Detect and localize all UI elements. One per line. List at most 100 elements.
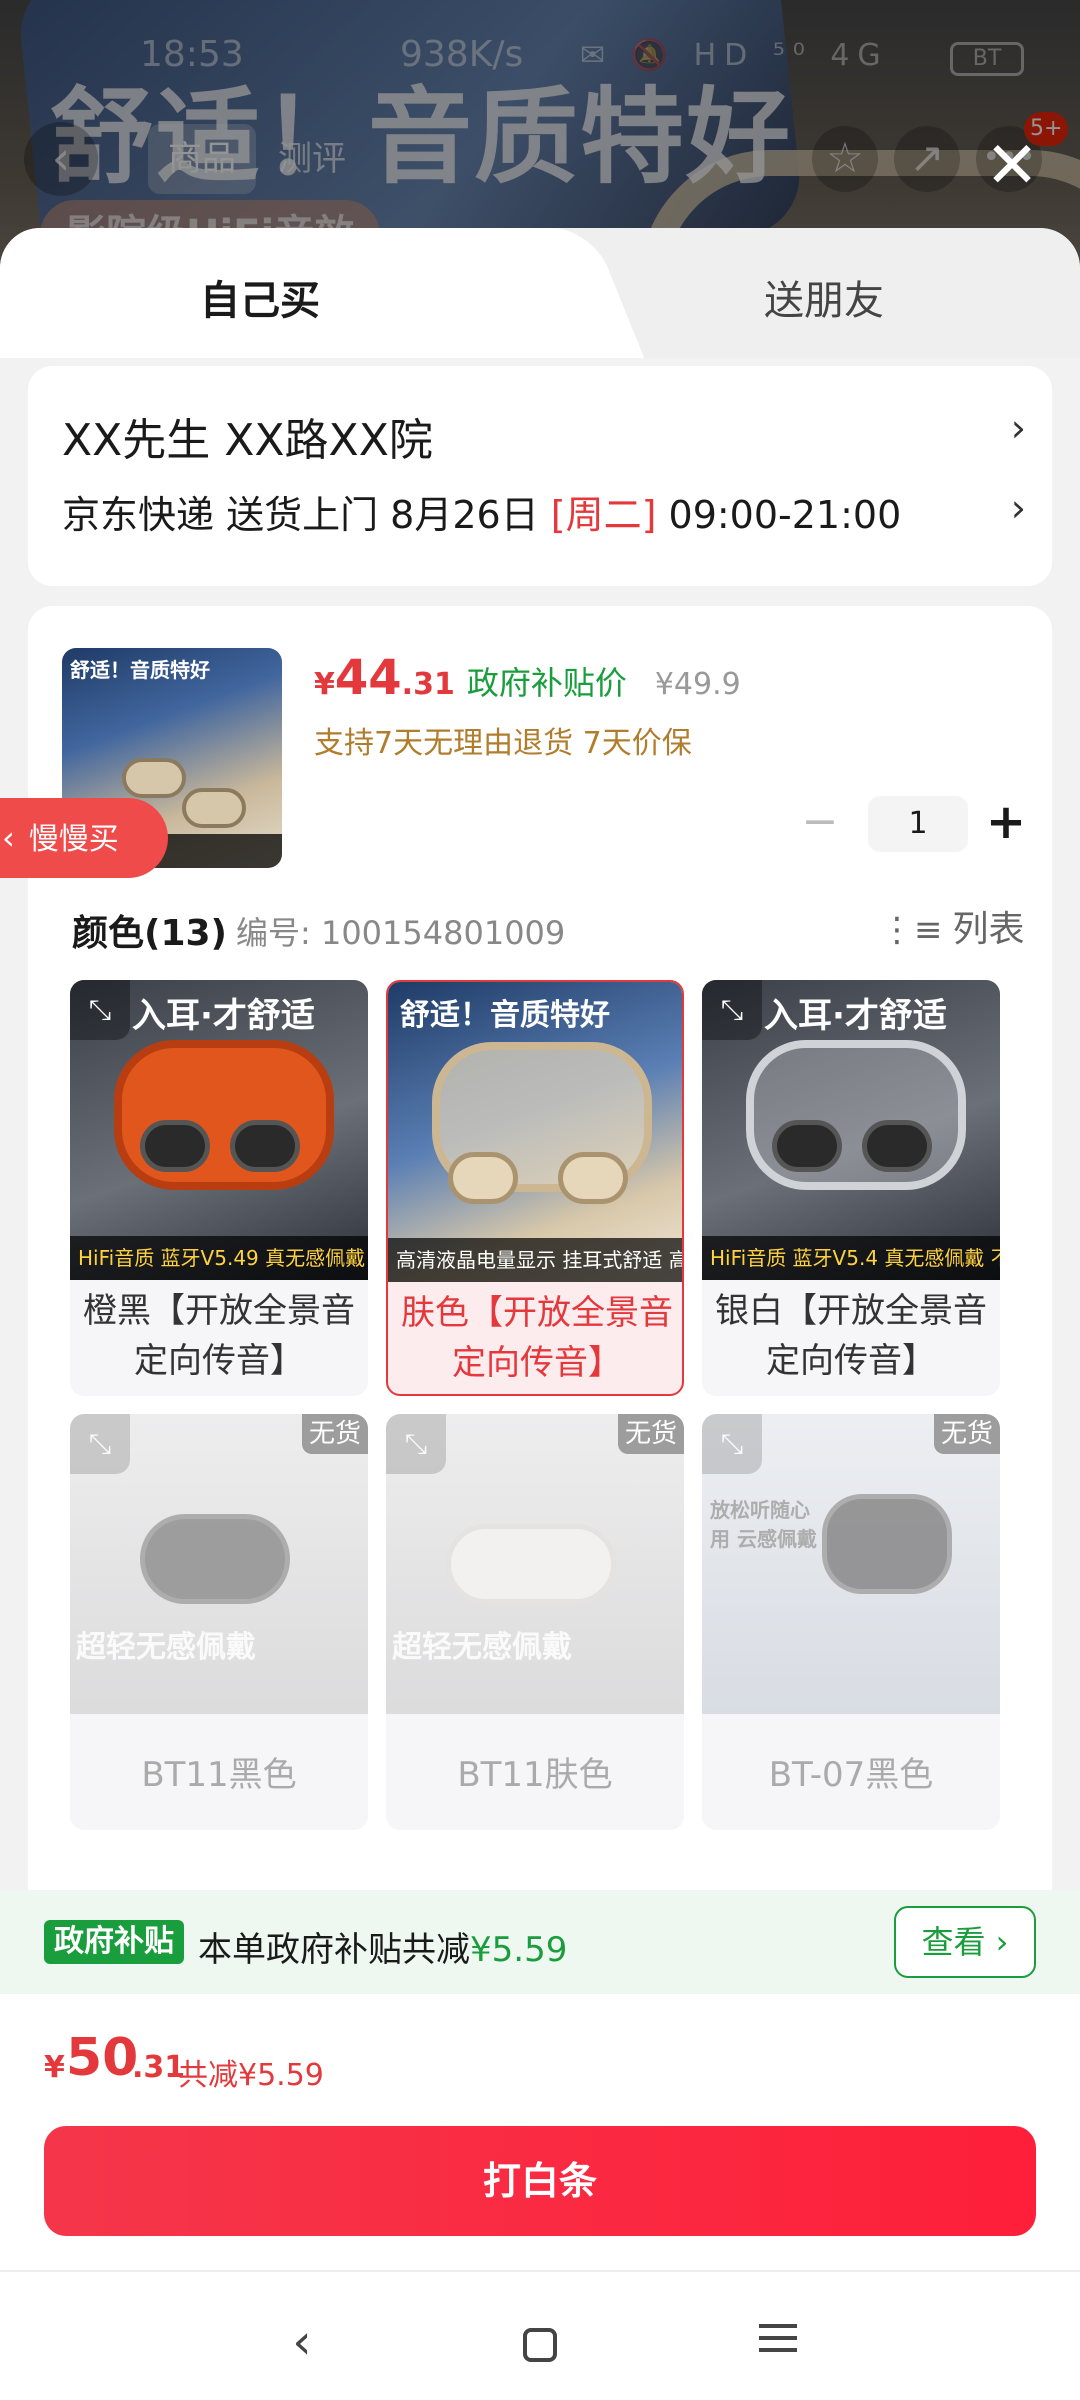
color-option-image: ⤡ 放松听随心用 云感佩戴 (702, 1414, 1000, 1714)
image-caption: 入耳·才舒适 (132, 996, 315, 1036)
expand-icon[interactable]: ⤡ (386, 1414, 446, 1474)
image-footer-text: 高清液晶电量显示 挂耳式舒适 高清语音通话 (388, 1238, 682, 1282)
tab-send-to-friend[interactable]: 送朋友 (764, 268, 884, 326)
nav-menu-icon[interactable] (738, 2302, 818, 2382)
delivery-weekday: [周二] (550, 493, 657, 537)
expand-icon[interactable]: ⤡ (702, 1414, 762, 1474)
color-option-name: 肤色【开放全景音定向传音】 (401, 1293, 673, 1383)
price-row: ¥44.31 政府补贴价 ¥49.9 (314, 650, 741, 710)
list-icon: ⋮≡ (880, 910, 943, 950)
color-option-silver-white[interactable]: ⤡ 入耳·才舒适 HiFi音质 蓝牙V5.4 真无感佩戴 不挑耳型 银白【开放全… (702, 980, 1000, 1396)
color-option-image: ⤡ 超轻无感佩戴 (386, 1414, 684, 1714)
image-footer-text: HiFi音质 蓝牙V5.49 真无感佩戴 不挑耳型 (70, 1236, 368, 1280)
color-option-image: ⤡ 入耳·才舒适 HiFi音质 蓝牙V5.49 真无感佩戴 不挑耳型 (70, 980, 368, 1280)
original-price: ¥49.9 (654, 667, 741, 702)
sold-out-badge: 无货 (934, 1414, 1000, 1454)
menu-line (759, 2324, 797, 2328)
subsidy-bar: 政府补贴 本单政府补贴共减¥5.59 查看 › (0, 1890, 1080, 1994)
price-integer: 44 (334, 650, 402, 706)
list-view-label: 列表 (952, 909, 1025, 950)
color-option-image: ⤡ 超轻无感佩戴 (70, 1414, 368, 1714)
color-option-name: BT11肤色 (457, 1755, 613, 1795)
image-caption: 超轻无感佩戴 (76, 1630, 256, 1665)
color-option-name: BT-07黑色 (768, 1755, 934, 1795)
recipient-address: XX先生 XX路XX院 (62, 415, 433, 466)
delivery-time: 09:00-21:00 (656, 493, 902, 537)
earbud-shape (772, 1120, 842, 1172)
buy-mode-tabs: 自己买 送朋友 (0, 228, 1080, 368)
close-icon[interactable]: ✕ (982, 134, 1042, 198)
menu-line (759, 2336, 797, 2340)
earbud-case-shape (114, 1040, 334, 1190)
quantity-stepper: − 1 + (772, 796, 1032, 852)
chevron-left-icon: ‹ (2, 819, 15, 857)
chevron-right-icon[interactable]: › (1011, 406, 1026, 450)
price-currency: ¥ (314, 667, 335, 702)
expand-icon[interactable]: ⤡ (70, 1414, 130, 1474)
subsidy-text-prefix: 本单政府补贴共减 (198, 1930, 470, 1970)
expand-icon[interactable]: ⤡ (70, 980, 130, 1040)
view-subsidy-button[interactable]: 查看 › (894, 1906, 1036, 1978)
subsidy-text: 本单政府补贴共减¥5.59 (198, 1922, 567, 1971)
price-decimal: .31 (401, 667, 455, 702)
sold-out-badge: 无货 (618, 1414, 684, 1454)
color-option-bt07-black[interactable]: 无货 ⤡ 放松听随心用 云感佩戴 BT-07黑色 (702, 1414, 1000, 1830)
color-option-skin[interactable]: 舒适！音质特好 高清液晶电量显示 挂耳式舒适 高清语音通话 肤色【开放全景音定向… (386, 980, 684, 1396)
chevron-right-icon[interactable]: › (1011, 486, 1026, 530)
subsidy-amount: ¥5.59 (470, 1930, 568, 1970)
color-option-bt11-black[interactable]: 无货 ⤡ 超轻无感佩戴 BT11黑色 (70, 1414, 368, 1830)
earbud-case-shape (446, 1524, 616, 1604)
image-caption: 放松听随心用 云感佩戴 (710, 1498, 817, 1551)
home-square-shape (523, 2328, 557, 2362)
increment-button[interactable]: + (978, 796, 1034, 852)
nav-home-icon[interactable] (500, 2302, 580, 2382)
tab-buy-for-self-label: 自己买 (200, 278, 320, 324)
expand-icon[interactable]: ⤡ (702, 980, 762, 1040)
tab-buy-for-self[interactable]: 自己买 (0, 228, 560, 368)
return-guarantee: 支持7天无理由退货 7天价保 (314, 726, 692, 761)
nav-back-icon[interactable]: ‹ (262, 2302, 342, 2382)
image-caption: 入耳·才舒适 (764, 996, 947, 1036)
color-option-name: BT11黑色 (141, 1755, 297, 1795)
order-total: ¥ 50 .31 共减¥5.59 (0, 1994, 1080, 2110)
color-option-bt11-skin[interactable]: 无货 ⤡ 超轻无感佩戴 BT11肤色 (386, 1414, 684, 1830)
earbud-shape (448, 1152, 518, 1204)
earbud-shape (122, 758, 186, 798)
pay-with-baitiao-button[interactable]: 打白条 (44, 2126, 1036, 2236)
earbud-shape (822, 1494, 952, 1594)
address-card[interactable]: XX先生 XX路XX院 › 京东快递 送货上门 8月26日 [周二] 09:00… (28, 366, 1052, 586)
earbud-shape (558, 1152, 628, 1204)
image-caption: 舒适！音质特好 (400, 998, 610, 1033)
earbud-case-shape (746, 1040, 966, 1190)
delivery-method: 京东快递 送货上门 8月26日 (62, 493, 551, 537)
decrement-button[interactable]: − (792, 796, 848, 852)
color-option-name: 橙黑【开放全景音定向传音】 (83, 1291, 355, 1381)
color-option-image: ⤡ 入耳·才舒适 HiFi音质 蓝牙V5.4 真无感佩戴 不挑耳型 (702, 980, 1000, 1280)
product-code: 编号: 100154801009 (236, 914, 566, 952)
slow-buy-tab[interactable]: ‹ 慢慢买 (0, 798, 168, 878)
total-discount: 共减¥5.59 (178, 2058, 324, 2093)
quantity-field[interactable]: 1 (868, 796, 968, 852)
menu-line (759, 2348, 797, 2352)
list-view-toggle[interactable]: ⋮≡ 列表 (880, 900, 1025, 952)
system-nav-bar: ‹ (0, 2270, 1080, 2400)
thumbnail-caption: 舒适！音质特好 (70, 658, 210, 682)
color-option-orange-black[interactable]: ⤡ 入耳·才舒适 HiFi音质 蓝牙V5.49 真无感佩戴 不挑耳型 橙黑【开放… (70, 980, 368, 1396)
slow-buy-label: 慢慢买 (28, 822, 119, 857)
earbud-shape (140, 1514, 290, 1604)
image-caption: 超轻无感佩戴 (392, 1630, 572, 1665)
sold-out-badge: 无货 (302, 1414, 368, 1454)
earbud-shape (140, 1120, 210, 1172)
color-section-title: 颜色(13) (72, 913, 228, 954)
color-option-name: 银白【开放全景音定向传音】 (715, 1291, 987, 1381)
earbud-shape (862, 1120, 932, 1172)
product-card: 舒适！音质特好 ¥44.31 政府补贴价 ¥49.9 支持7天无理由退货 7天价保 … (28, 606, 1052, 1926)
subsidy-badge: 政府补贴 (44, 1920, 184, 1964)
total-currency: ¥ (44, 2050, 65, 2085)
earbud-shape (182, 788, 246, 828)
color-option-image: 舒适！音质特好 高清液晶电量显示 挂耳式舒适 高清语音通话 (388, 982, 682, 1282)
subsidy-price-label: 政府补贴价 (466, 664, 627, 702)
delivery-info: 京东快递 送货上门 8月26日 [周二] 09:00-21:00 (62, 484, 901, 539)
earbud-shape (230, 1120, 300, 1172)
image-footer-text: HiFi音质 蓝牙V5.4 真无感佩戴 不挑耳型 (702, 1236, 1000, 1280)
